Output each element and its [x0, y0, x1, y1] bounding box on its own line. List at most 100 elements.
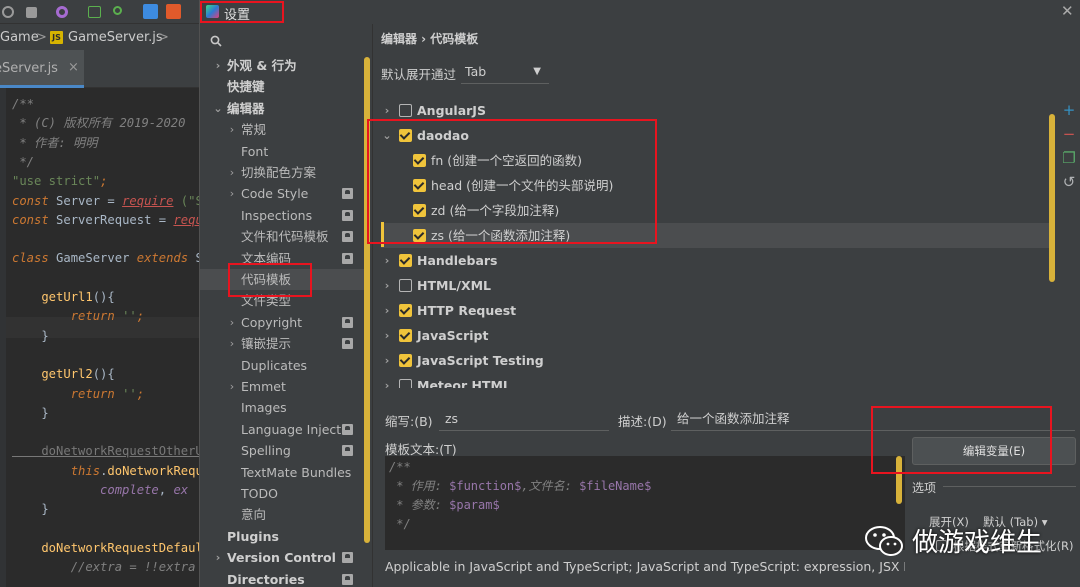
template-checkbox[interactable]	[399, 379, 412, 388]
edit-variables-button[interactable]: 编辑变量(E)	[912, 437, 1076, 465]
search-icon[interactable]	[113, 6, 122, 15]
tree-item[interactable]: Spelling	[200, 440, 364, 461]
settings-search-input[interactable]	[228, 30, 363, 52]
template-row[interactable]: fn (创建一个空返回的函数)	[381, 148, 1053, 173]
restore-icon[interactable]: ↺	[1061, 174, 1077, 190]
breadcrumb-file[interactable]: GameServer.js	[68, 30, 163, 45]
template-checkbox[interactable]	[413, 179, 426, 192]
tree-item[interactable]: › Version Control	[200, 547, 364, 568]
template-checkbox[interactable]	[399, 354, 412, 367]
tree-item[interactable]: › Code Style	[200, 183, 364, 204]
template-group-row[interactable]: ⌄ daodao	[381, 123, 1053, 148]
tree-item[interactable]: › 外观 & 行为	[200, 55, 364, 76]
close-icon[interactable]: ✕	[1061, 2, 1074, 20]
office-icon[interactable]	[166, 4, 181, 19]
copy-icon[interactable]: ❐	[1061, 150, 1077, 166]
tree-item[interactable]: › 镶嵌提示	[200, 333, 364, 354]
tree-item[interactable]: Directories	[200, 569, 364, 587]
terminal-icon[interactable]	[88, 6, 101, 18]
template-group-row[interactable]: › HTTP Request	[381, 298, 1053, 323]
template-checkbox[interactable]	[399, 254, 412, 267]
tree-item[interactable]: › Copyright	[200, 312, 364, 333]
template-checkbox[interactable]	[399, 329, 412, 342]
tree-item[interactable]: Images	[200, 397, 364, 418]
tree-item-label: Inspections	[241, 207, 313, 223]
chevron-right-icon[interactable]: ›	[381, 248, 393, 273]
chevron-right-icon[interactable]: ›	[212, 547, 224, 568]
tree-item-label: TextMate Bundles	[241, 464, 352, 480]
tree-item[interactable]: › 常规	[200, 119, 364, 140]
template-group-row[interactable]: › JavaScript Testing	[381, 348, 1053, 373]
chevron-right-icon[interactable]: ›	[226, 119, 238, 140]
template-checkbox[interactable]	[399, 279, 412, 292]
abbreviation-input[interactable]: zs	[439, 407, 609, 431]
chevron-right-icon[interactable]: ›	[381, 298, 393, 323]
description-input[interactable]: 给一个函数添加注释	[671, 407, 1075, 431]
chevron-right-icon[interactable]: ›	[226, 376, 238, 397]
tree-item[interactable]: Duplicates	[200, 355, 364, 376]
template-group-row[interactable]: › JavaScript	[381, 323, 1053, 348]
code-line: * 作者: 明明	[12, 134, 97, 153]
template-text-editor[interactable]: /** * 作用: $function$,文件名: $fileName$ * 参…	[385, 456, 905, 550]
tree-item[interactable]: 快捷键	[200, 76, 364, 97]
chevron-right-icon[interactable]: ›	[381, 323, 393, 348]
template-checkbox[interactable]	[413, 229, 426, 242]
tree-item[interactable]: 文本编码	[200, 248, 364, 269]
expand-default-select[interactable]: Tab ▼	[461, 60, 549, 84]
template-group-row[interactable]: › HTML/XML	[381, 273, 1053, 298]
add-icon[interactable]: +	[1061, 102, 1077, 118]
tree-item[interactable]: 意向	[200, 504, 364, 525]
breadcrumb-folder[interactable]: Game	[0, 30, 39, 45]
remove-icon[interactable]: −	[1061, 126, 1077, 142]
stop-icon[interactable]	[26, 7, 37, 18]
chevron-right-icon[interactable]: ›	[381, 348, 393, 373]
tree-item[interactable]: › Emmet	[200, 376, 364, 397]
chevron-right-icon[interactable]: ›	[226, 183, 238, 204]
template-row[interactable]: head (创建一个文件的头部说明)	[381, 173, 1053, 198]
tree-item[interactable]: 代码模板	[200, 269, 364, 290]
code-token: return	[12, 386, 123, 401]
editor-tab-active[interactable]: eServer.js ×	[0, 50, 84, 88]
template-group-row[interactable]: › Meteor HTML	[381, 373, 1053, 388]
tree-item[interactable]: 文件和代码模板	[200, 226, 364, 247]
tree-item[interactable]: Inspections	[200, 205, 364, 226]
tree-item[interactable]: › 切换配色方案	[200, 162, 364, 183]
template-group-row[interactable]: › Handlebars	[381, 248, 1053, 273]
translate-icon[interactable]	[143, 4, 158, 19]
chevron-right-icon[interactable]: ›	[381, 98, 393, 123]
chevron-right-icon[interactable]: ›	[381, 273, 393, 298]
chevron-right-icon[interactable]: ›	[381, 373, 393, 388]
tree-item[interactable]: ⌄ 编辑器	[200, 98, 364, 119]
tree-item[interactable]: Plugins	[200, 526, 364, 547]
gear-icon[interactable]	[56, 6, 68, 18]
template-checkbox[interactable]	[413, 204, 426, 217]
chevron-right-icon[interactable]: ›	[212, 55, 224, 76]
code-area[interactable]: /** * (C) 版权所有 2019-2020 * 作者: 明明 */ "use…	[0, 88, 200, 587]
chevron-down-icon[interactable]: ⌄	[381, 123, 393, 148]
template-text: */	[389, 517, 411, 531]
template-row[interactable]: zs (给一个函数添加注释)	[381, 223, 1053, 248]
template-checkbox[interactable]	[399, 129, 412, 142]
template-text-scrollbar[interactable]	[896, 456, 902, 504]
project-scope-icon	[342, 338, 353, 350]
tree-item[interactable]: Font	[200, 141, 364, 162]
tree-item[interactable]: Language Injecti	[200, 419, 364, 440]
tree-item[interactable]: TODO	[200, 483, 364, 504]
close-icon[interactable]: ×	[68, 60, 79, 75]
applicable-contexts-text[interactable]: Applicable in JavaScript and TypeScript;…	[385, 559, 905, 574]
template-label: zd (给一个字段加注释)	[431, 203, 560, 218]
template-list-scrollbar[interactable]	[1049, 114, 1055, 282]
chevron-down-icon[interactable]: ⌄	[212, 98, 224, 119]
settings-run-icon[interactable]	[2, 6, 14, 18]
template-checkbox[interactable]	[413, 154, 426, 167]
template-row[interactable]: zd (给一个字段加注释)	[381, 198, 1053, 223]
tree-item[interactable]: 文件类型	[200, 290, 364, 311]
chevron-right-icon[interactable]: ›	[226, 162, 238, 183]
chevron-right-icon[interactable]: ›	[226, 333, 238, 354]
template-checkbox[interactable]	[399, 304, 412, 317]
template-group-row[interactable]: › AngularJS	[381, 98, 1053, 123]
tree-item[interactable]: TextMate Bundles	[200, 462, 364, 483]
chevron-right-icon[interactable]: ›	[226, 312, 238, 333]
template-checkbox[interactable]	[399, 104, 412, 117]
tree-scrollbar[interactable]	[364, 57, 370, 543]
